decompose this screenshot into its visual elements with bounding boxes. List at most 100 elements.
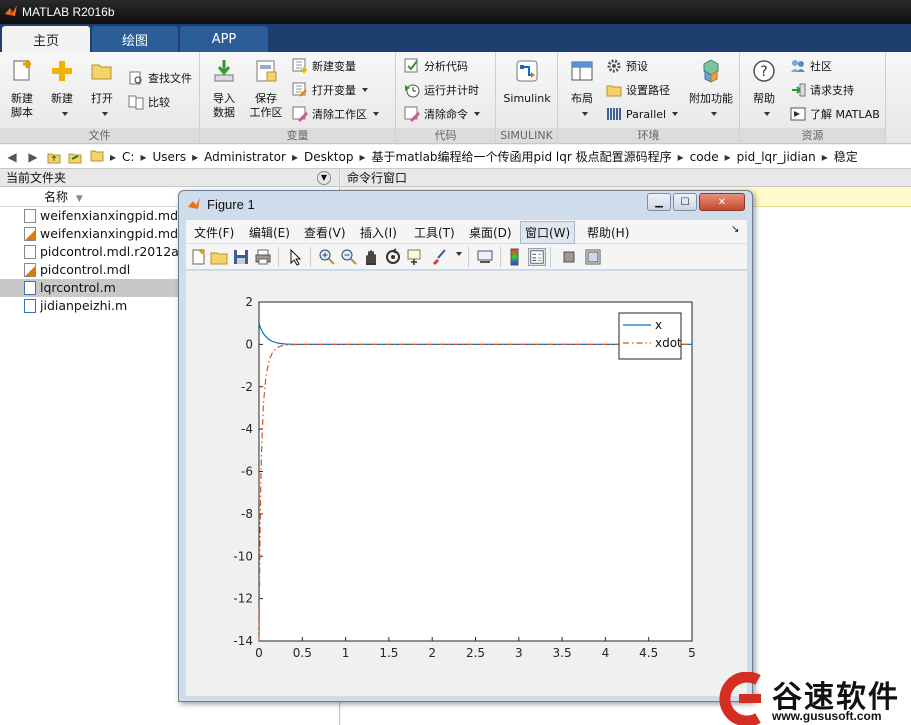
run-and-time-button[interactable]: 运行并计时	[404, 80, 479, 100]
analyze-code-icon	[404, 58, 418, 73]
save-icon[interactable]	[232, 248, 250, 266]
figure-menu-bar: 文件(F) 编辑(E) 查看(V) 插入(I) 工具(T) 桌面(D) 窗口(W…	[186, 220, 747, 244]
command-window-title: 命令行窗口	[347, 171, 408, 185]
simulink-model-icon	[24, 227, 36, 241]
addons-button[interactable]: 附加功能	[688, 58, 734, 120]
menu-view[interactable]: 查看(V)	[304, 224, 346, 241]
clear-commands-button[interactable]: 清除命令	[404, 104, 480, 124]
ribbon-tabs: 主页 绘图 APP	[0, 24, 911, 52]
tab-apps[interactable]: APP	[180, 26, 268, 52]
close-button[interactable]: ✕	[699, 193, 745, 211]
open-file-icon[interactable]	[210, 248, 228, 266]
chevron-down-icon	[764, 112, 770, 116]
window-title: MATLAB R2016b	[22, 5, 115, 19]
save-workspace-icon	[256, 60, 277, 82]
browse-folder-icon[interactable]	[66, 148, 84, 166]
new-button[interactable]: 新建	[42, 58, 82, 120]
matlab-logo-icon	[188, 198, 200, 209]
breadcrumb-item[interactable]: Users	[152, 150, 186, 164]
resources-group: ? 帮助 社区 请求支持 了解 MATLAB 资源	[740, 52, 886, 144]
set-path-button[interactable]: 设置路径	[606, 80, 670, 100]
folder-path-icon	[606, 85, 622, 97]
y-tick-label: 2	[245, 295, 253, 309]
parallel-button[interactable]: Parallel	[606, 104, 679, 124]
breadcrumb-item[interactable]: C:	[122, 150, 134, 164]
file-icon	[24, 209, 36, 223]
menu-desktop[interactable]: 桌面(D)	[469, 224, 512, 241]
x-tick-label: 4.5	[639, 646, 658, 660]
breadcrumb-item[interactable]: 基于matlab编程给一个传函用pid lqr 极点配置源码程序	[372, 148, 672, 165]
chevron-down-icon	[474, 112, 480, 116]
menu-file[interactable]: 文件(F)	[194, 224, 234, 241]
find-files-button[interactable]: 查找文件	[128, 68, 192, 88]
figure-canvas[interactable]: 0 0.5 1 1.5 2 2.5 3 3.5 4 4.5 5 2 0 -2 -4 -6 -8 -10 -12 -14…	[186, 271, 747, 696]
menu-edit[interactable]: 编辑(E)	[249, 224, 290, 241]
data-cursor-icon[interactable]	[406, 248, 424, 266]
minimize-button[interactable]: ▁	[647, 193, 671, 211]
community-button[interactable]: 社区	[790, 56, 832, 76]
x-tick-label: 3	[515, 646, 523, 660]
request-support-button[interactable]: 请求支持	[790, 80, 854, 100]
rotate-3d-icon[interactable]	[384, 248, 402, 266]
show-plot-tools-icon[interactable]	[584, 248, 602, 266]
dock-arrow-icon[interactable]: ↘	[731, 224, 739, 235]
new-variable-button[interactable]: 新建变量	[292, 56, 356, 76]
colorbar-icon[interactable]	[506, 248, 524, 266]
zoom-in-icon[interactable]	[318, 248, 336, 266]
breadcrumb-separator: ▸	[677, 149, 684, 164]
plus-icon	[52, 61, 72, 81]
breadcrumb-item[interactable]: Desktop	[304, 150, 354, 164]
clear-workspace-button[interactable]: 清除工作区	[292, 104, 379, 124]
file-icon	[24, 245, 36, 259]
breadcrumb-item[interactable]: Administrator	[204, 150, 286, 164]
y-tick-label: -2	[241, 380, 253, 394]
support-icon	[792, 83, 806, 97]
open-button[interactable]: 打开	[82, 58, 122, 120]
compare-button[interactable]: 比较	[128, 92, 170, 112]
breadcrumb-item[interactable]: code	[690, 150, 719, 164]
parallel-icon	[607, 108, 621, 120]
panel-menu-icon[interactable]: ▼	[317, 171, 331, 185]
hide-plot-tools-icon[interactable]	[560, 248, 578, 266]
menu-tools[interactable]: 工具(T)	[414, 224, 455, 241]
breadcrumb-item[interactable]: pid_lqr_jidian	[737, 150, 816, 164]
legend[interactable]: x xdot	[618, 312, 682, 360]
pointer-icon[interactable]	[286, 248, 304, 266]
link-plot-icon[interactable]	[476, 248, 494, 266]
maximize-button[interactable]: ☐	[673, 193, 697, 211]
print-icon[interactable]	[254, 248, 272, 266]
breadcrumb-item[interactable]: 稳定	[834, 148, 858, 165]
layout-button[interactable]: 布局	[562, 58, 602, 120]
tab-home[interactable]: 主页	[2, 26, 90, 52]
brush-icon[interactable]	[430, 248, 448, 266]
new-figure-icon[interactable]	[190, 248, 208, 266]
figure-title: Figure 1	[207, 197, 255, 212]
help-button[interactable]: ? 帮助	[744, 58, 784, 120]
clear-workspace-icon	[292, 106, 308, 122]
figure-title-bar[interactable]: Figure 1 ▁ ☐ ✕	[179, 191, 752, 219]
menu-help[interactable]: 帮助(H)	[587, 224, 629, 241]
open-variable-button[interactable]: 打开变量	[292, 80, 368, 100]
chevron-down-icon[interactable]	[456, 252, 462, 256]
simulink-model-icon	[24, 263, 36, 277]
forward-arrow-icon[interactable]: ▶	[24, 148, 42, 166]
legend-icon[interactable]	[528, 248, 546, 266]
find-files-icon	[129, 71, 142, 85]
zoom-out-icon[interactable]	[340, 248, 358, 266]
menu-insert[interactable]: 插入(I)	[360, 224, 397, 241]
analyze-code-button[interactable]: 分析代码	[404, 56, 468, 76]
simulink-button[interactable]: Simulink	[498, 58, 556, 106]
save-workspace-button[interactable]: 保存 工作区	[246, 58, 286, 120]
pan-hand-icon[interactable]	[362, 248, 380, 266]
tab-plots[interactable]: 绘图	[92, 26, 178, 52]
new-script-button[interactable]: 新建 脚本	[2, 58, 42, 120]
plot-area[interactable]: 0 0.5 1 1.5 2 2.5 3 3.5 4 4.5 5 2 0 -2 -4 -6 -8 -10 -12 -14…	[186, 271, 747, 696]
chevron-down-icon	[582, 112, 588, 116]
import-data-button[interactable]: 导入 数据	[204, 58, 244, 120]
folder-icon	[90, 148, 104, 165]
learn-matlab-button[interactable]: 了解 MATLAB	[790, 104, 880, 124]
back-arrow-icon[interactable]: ◀	[3, 148, 21, 166]
preferences-button[interactable]: 预设	[606, 56, 648, 76]
menu-window[interactable]: 窗口(W)	[520, 221, 576, 244]
up-folder-icon[interactable]	[45, 148, 63, 166]
